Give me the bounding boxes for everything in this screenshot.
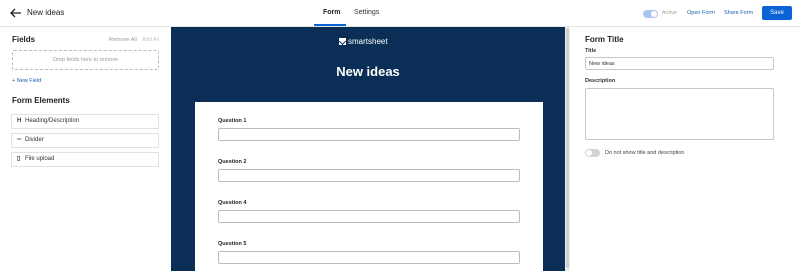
remove-dropzone[interactable]: Drop fields here to remove (12, 50, 159, 70)
form-elements-heading: Form Elements (12, 96, 70, 105)
question-5-input[interactable] (218, 251, 520, 264)
share-form-button[interactable]: Share Form (724, 10, 753, 16)
question-label: Question 2 (218, 159, 247, 165)
title-label: Title (585, 48, 597, 54)
form-canvas: smartsheet New ideas Question 1 Question… (171, 27, 565, 271)
element-label: File upload (25, 156, 55, 162)
heading-icon: H (17, 118, 22, 124)
element-heading-description[interactable]: H Heading/Description (11, 114, 159, 129)
save-button[interactable]: Save (762, 6, 792, 20)
form-title-heading: Form Title (585, 35, 624, 44)
active-tab-indicator (314, 24, 346, 26)
active-label: Active (662, 10, 677, 16)
canvas-scrollbar[interactable] (566, 28, 569, 268)
open-form-button[interactable]: Open Form (687, 10, 715, 16)
smartsheet-logo-icon (339, 38, 346, 45)
top-bar: New ideas Form Settings Active Open Form… (0, 0, 800, 27)
active-toggle[interactable] (643, 10, 658, 18)
hide-title-toggle[interactable] (585, 149, 600, 157)
page-name: New ideas (27, 8, 65, 17)
element-label: Heading/Description (25, 118, 80, 124)
toggle-knob (586, 150, 592, 156)
new-field-button[interactable]: + New Field (12, 78, 41, 84)
form-heading[interactable]: New ideas (171, 64, 565, 79)
description-input[interactable] (585, 88, 774, 140)
back-arrow-icon[interactable] (10, 8, 22, 18)
tab-settings[interactable]: Settings (354, 9, 379, 16)
toggle-knob (651, 11, 657, 17)
element-label: Divider (25, 137, 44, 143)
tab-form[interactable]: Form (323, 9, 341, 16)
question-label: Question 5 (218, 241, 247, 247)
divider-icon: ═ (17, 137, 22, 143)
logo-text: smartsheet (348, 37, 388, 46)
file-icon: ▯ (17, 156, 21, 162)
right-panel: Form Title Title Description Do not show… (575, 27, 800, 271)
question-1-input[interactable] (218, 128, 520, 141)
question-2-input[interactable] (218, 169, 520, 182)
fields-heading: Fields (12, 35, 36, 44)
remove-all-button[interactable]: Remove All (109, 37, 137, 43)
form-card: Question 1 Question 2 Question 4 Questio… (195, 102, 543, 271)
description-label: Description (585, 78, 616, 84)
question-label: Question 1 (218, 118, 247, 124)
smartsheet-logo: smartsheet (339, 37, 388, 46)
question-label: Question 4 (218, 200, 247, 206)
element-divider[interactable]: ═ Divider (11, 133, 159, 148)
hide-title-label: Do not show title and description (605, 150, 685, 156)
title-input[interactable] (585, 57, 774, 70)
question-4-input[interactable] (218, 210, 520, 223)
left-panel: Fields Remove All Add All Drop fields he… (0, 27, 170, 271)
element-file-upload[interactable]: ▯ File upload (11, 152, 159, 167)
add-all-button[interactable]: Add All (142, 37, 159, 43)
